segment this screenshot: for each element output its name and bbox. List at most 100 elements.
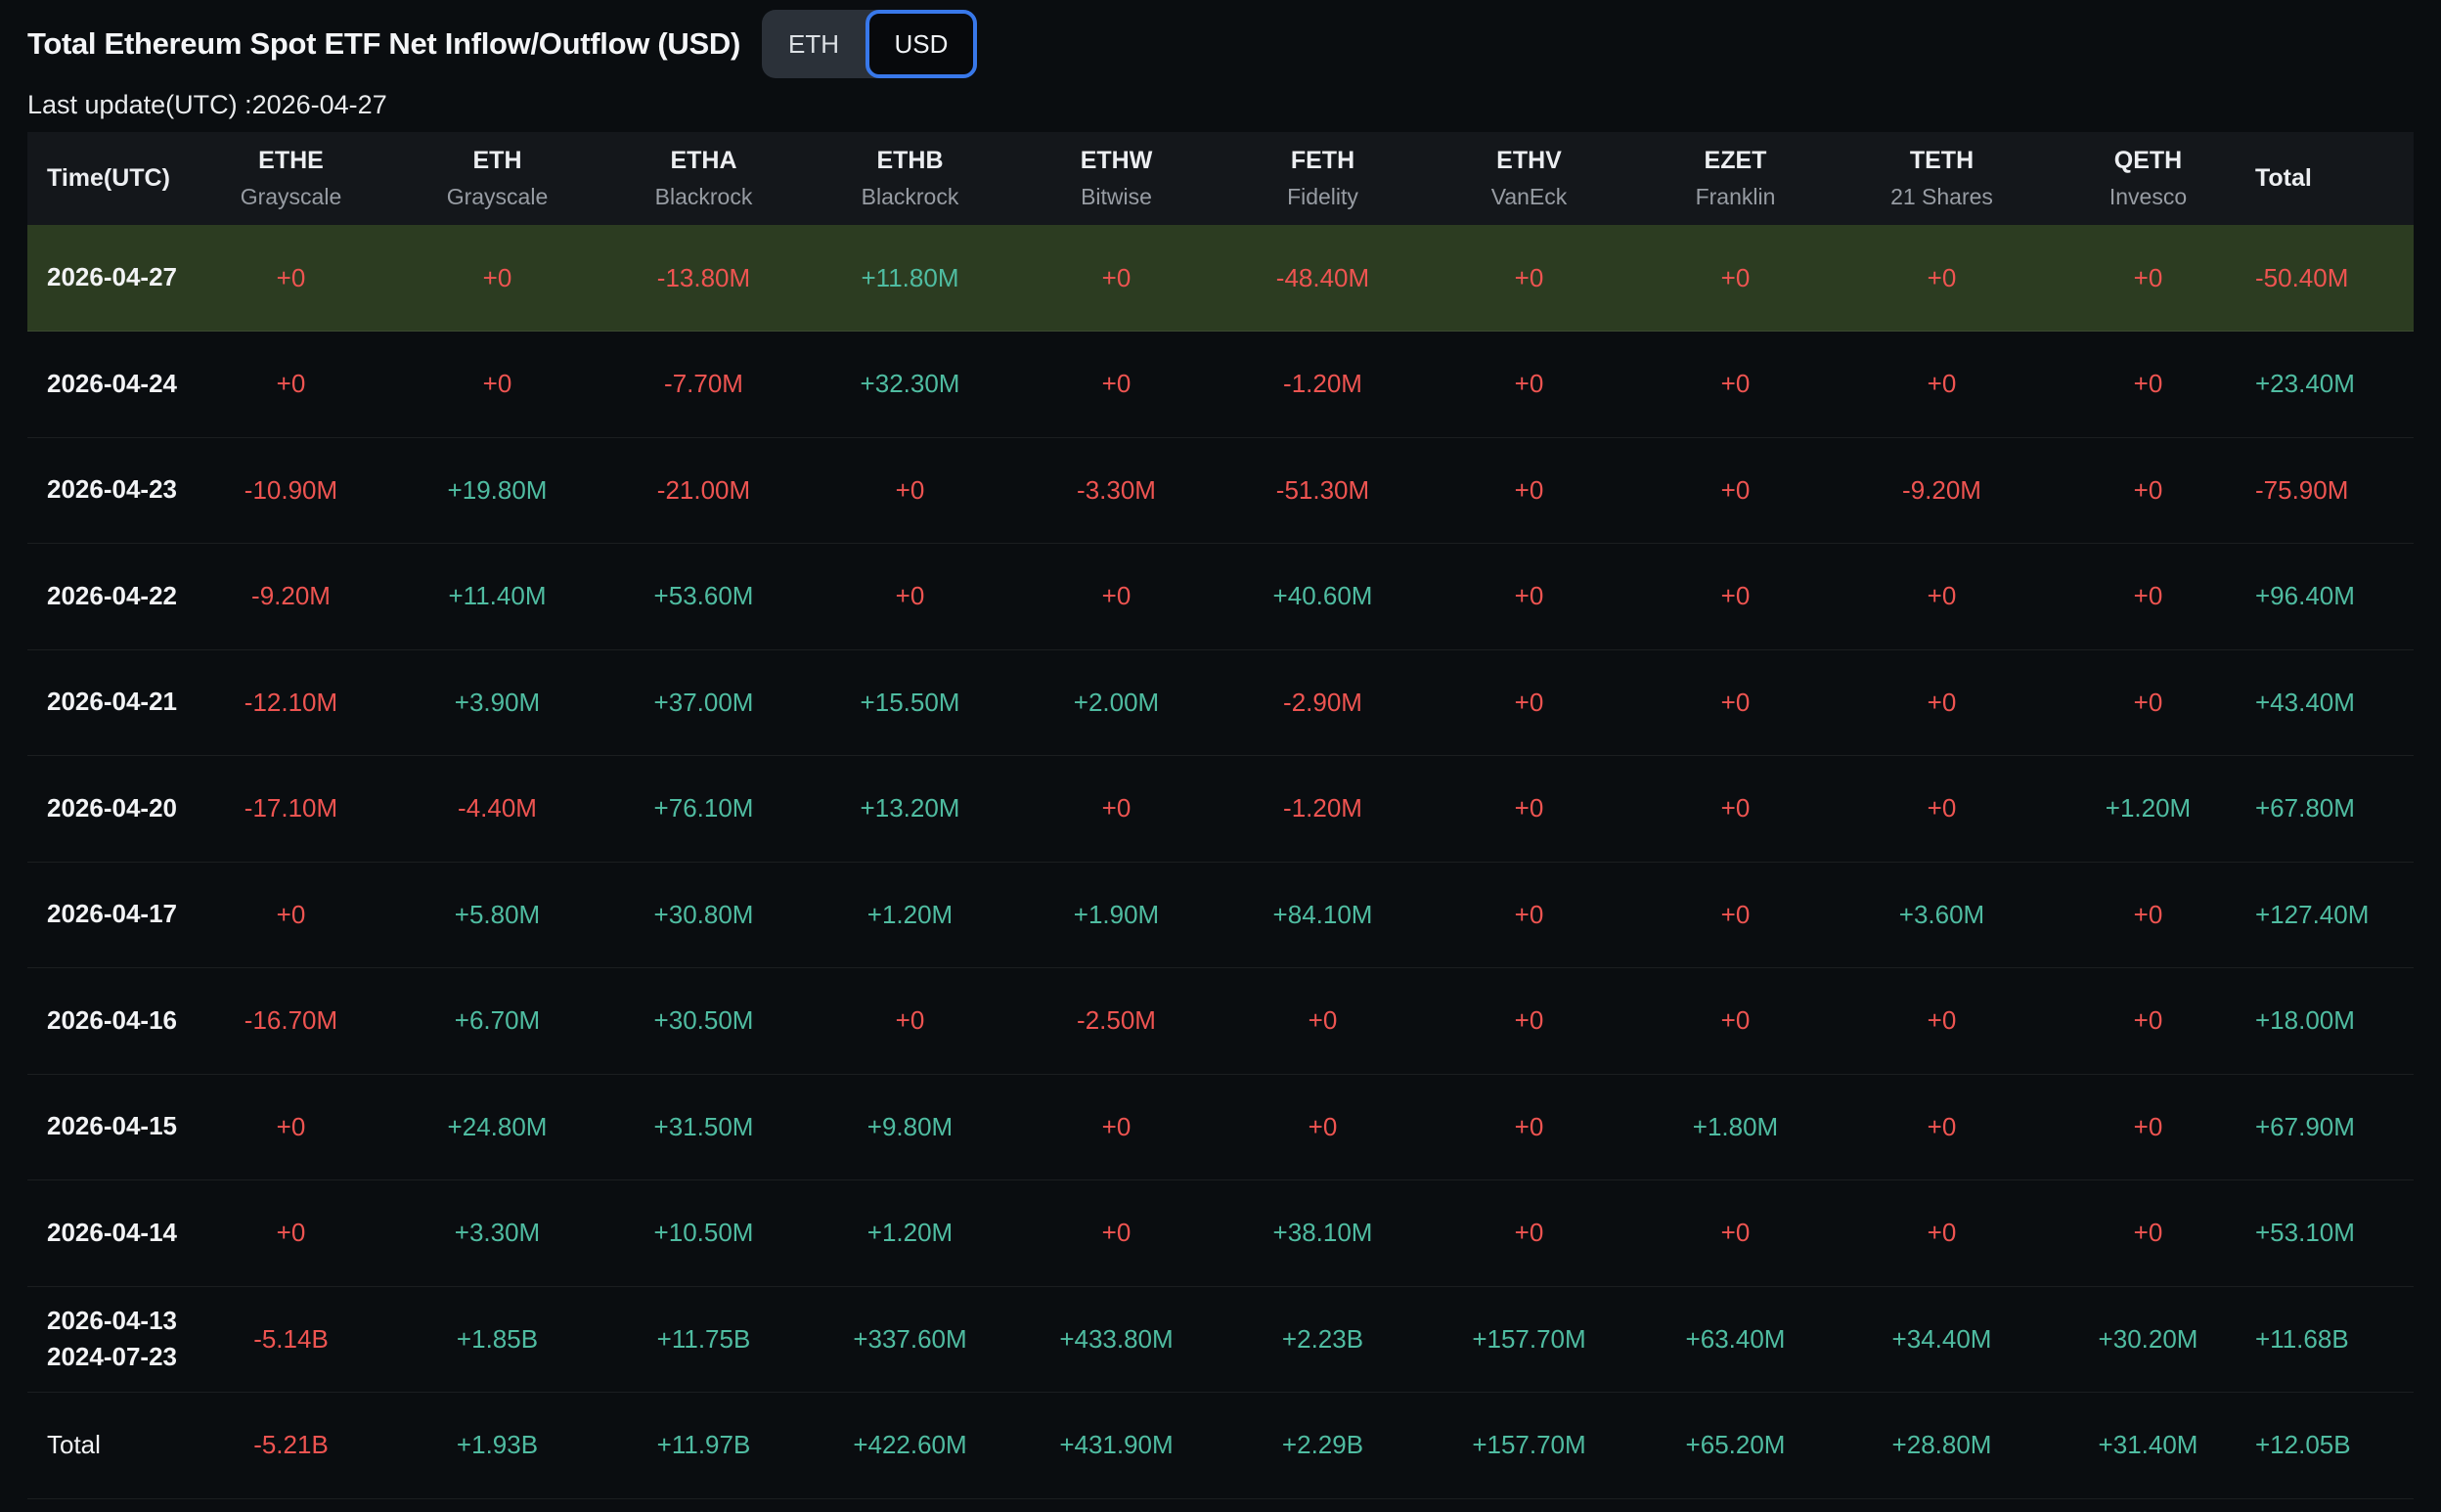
col-header-etha: ETHABlackrock: [600, 132, 807, 225]
row-date: 2026-04-20: [27, 756, 188, 863]
flow-value: +6.70M: [394, 968, 600, 1075]
flow-value: -12.10M: [188, 649, 394, 756]
row-date: 2026-04-132024-07-23: [27, 1286, 188, 1393]
flow-value: +0: [1426, 968, 1632, 1075]
flow-value: +0: [188, 862, 394, 968]
flow-value: +2.23B: [1220, 1286, 1426, 1393]
etf-ticker: ETHB: [807, 147, 1013, 175]
flow-value: -4.40M: [394, 756, 600, 863]
table-row: 2026-04-21-12.10M+3.90M+37.00M+15.50M+2.…: [27, 649, 2414, 756]
etf-ticker: ETHV: [1426, 147, 1632, 175]
flow-value: +0: [1013, 1180, 1220, 1287]
flow-value: +5.80M: [394, 862, 600, 968]
row-total: +12.05B: [2251, 1393, 2414, 1499]
flow-value: +1.20M: [807, 862, 1013, 968]
flow-value: -2.90M: [1220, 649, 1426, 756]
flow-value: +3.90M: [394, 649, 600, 756]
table-row: 2026-04-20-17.10M-4.40M+76.10M+13.20M+0-…: [27, 756, 2414, 863]
flow-value: +0: [807, 437, 1013, 544]
flow-value: -21.00M: [600, 437, 807, 544]
flow-value: +0: [1426, 756, 1632, 863]
flow-value: +0: [188, 332, 394, 438]
flow-value: +28.80M: [1839, 1393, 2045, 1499]
col-header-ezet: EZETFranklin: [1632, 132, 1839, 225]
flow-value: +157.70M: [1426, 1286, 1632, 1393]
table-row: 2026-04-22-9.20M+11.40M+53.60M+0+0+40.60…: [27, 544, 2414, 650]
flow-value: +2.29B: [1220, 1393, 1426, 1499]
topbar: Total Ethereum Spot ETF Net Inflow/Outfl…: [0, 0, 2441, 80]
etf-ticker: ETH: [394, 147, 600, 175]
flow-value: +0: [1013, 756, 1220, 863]
etf-flows-table: Time(UTC)ETHEGrayscaleETH GrayscaleETHABl…: [27, 132, 2414, 1499]
flow-value: +0: [1632, 1180, 1839, 1287]
flow-value: -3.30M: [1013, 437, 1220, 544]
currency-toggle: ETH USD: [762, 10, 977, 78]
row-date: 2026-04-14: [27, 1180, 188, 1287]
table-row: 2026-04-15+0+24.80M+31.50M+9.80M+0+0+0+1…: [27, 1074, 2414, 1180]
col-header-eth: ETH Grayscale: [394, 132, 600, 225]
row-total: +127.40M: [2251, 862, 2414, 968]
flow-value: +0: [2045, 1074, 2251, 1180]
table-row: Total-5.21B+1.93B+11.97B+422.60M+431.90M…: [27, 1393, 2414, 1499]
flow-value: +0: [1013, 1074, 1220, 1180]
flow-value: +32.30M: [807, 332, 1013, 438]
row-date: 2026-04-15: [27, 1074, 188, 1180]
etf-ticker: FETH: [1220, 147, 1426, 175]
flow-value: +31.50M: [600, 1074, 807, 1180]
toggle-eth-button[interactable]: ETH: [762, 10, 865, 78]
row-date: 2026-04-27: [27, 225, 188, 332]
etf-issuer: 21 Shares: [1839, 184, 2045, 210]
flow-value: +433.80M: [1013, 1286, 1220, 1393]
flow-value: +53.60M: [600, 544, 807, 650]
flow-value: +0: [394, 225, 600, 332]
toggle-usd-button[interactable]: USD: [865, 10, 977, 78]
flow-value: +0: [807, 544, 1013, 650]
etf-ticker: EZET: [1632, 147, 1839, 175]
row-date: 2026-04-22: [27, 544, 188, 650]
last-update-label: Last update(UTC) :2026-04-27: [0, 90, 2441, 120]
flow-value: +431.90M: [1013, 1393, 1220, 1499]
flow-value: +0: [2045, 862, 2251, 968]
etf-issuer: Invesco: [2045, 184, 2251, 210]
row-date: 2026-04-21: [27, 649, 188, 756]
flow-value: -16.70M: [188, 968, 394, 1075]
flow-value: +11.40M: [394, 544, 600, 650]
flow-value: -1.20M: [1220, 332, 1426, 438]
row-date: Total: [27, 1393, 188, 1499]
etf-issuer: Grayscale: [394, 184, 600, 210]
flow-value: +0: [188, 1180, 394, 1287]
table-header-row: Time(UTC)ETHEGrayscaleETH GrayscaleETHABl…: [27, 132, 2414, 225]
flow-value: -7.70M: [600, 332, 807, 438]
flow-value: +0: [1839, 756, 2045, 863]
flow-value: +337.60M: [807, 1286, 1013, 1393]
flow-value: +1.93B: [394, 1393, 600, 1499]
etf-ticker: TETH: [1839, 147, 2045, 175]
table-row: 2026-04-27+0+0-13.80M+11.80M+0-48.40M+0+…: [27, 225, 2414, 332]
etf-issuer: VanEck: [1426, 184, 1632, 210]
etf-issuer: Blackrock: [600, 184, 807, 210]
col-header-ethe: ETHEGrayscale: [188, 132, 394, 225]
col-header-total: Total: [2251, 132, 2414, 225]
flow-value: +0: [2045, 437, 2251, 544]
flow-value: +30.20M: [2045, 1286, 2251, 1393]
col-header-feth: FETHFidelity: [1220, 132, 1426, 225]
flow-value: +0: [1013, 332, 1220, 438]
table-row: 2026-04-132024-07-23-5.14B+1.85B+11.75B+…: [27, 1286, 2414, 1393]
row-total: +96.40M: [2251, 544, 2414, 650]
flow-value: +0: [1426, 544, 1632, 650]
flow-value: +30.50M: [600, 968, 807, 1075]
flow-value: +157.70M: [1426, 1393, 1632, 1499]
flow-value: +0: [1426, 862, 1632, 968]
table-body: 2026-04-27+0+0-13.80M+11.80M+0-48.40M+0+…: [27, 225, 2414, 1498]
flow-value: +30.80M: [600, 862, 807, 968]
col-header-time: Time(UTC): [27, 132, 188, 225]
table-row: 2026-04-17+0+5.80M+30.80M+1.20M+1.90M+84…: [27, 862, 2414, 968]
flow-value: -2.50M: [1013, 968, 1220, 1075]
row-date: 2026-04-17: [27, 862, 188, 968]
flow-value: +0: [1839, 225, 2045, 332]
col-header-ethw: ETHWBitwise: [1013, 132, 1220, 225]
flow-value: +10.50M: [600, 1180, 807, 1287]
table-row: 2026-04-24+0+0-7.70M+32.30M+0-1.20M+0+0+…: [27, 332, 2414, 438]
row-date: 2026-04-16: [27, 968, 188, 1075]
flow-value: -10.90M: [188, 437, 394, 544]
